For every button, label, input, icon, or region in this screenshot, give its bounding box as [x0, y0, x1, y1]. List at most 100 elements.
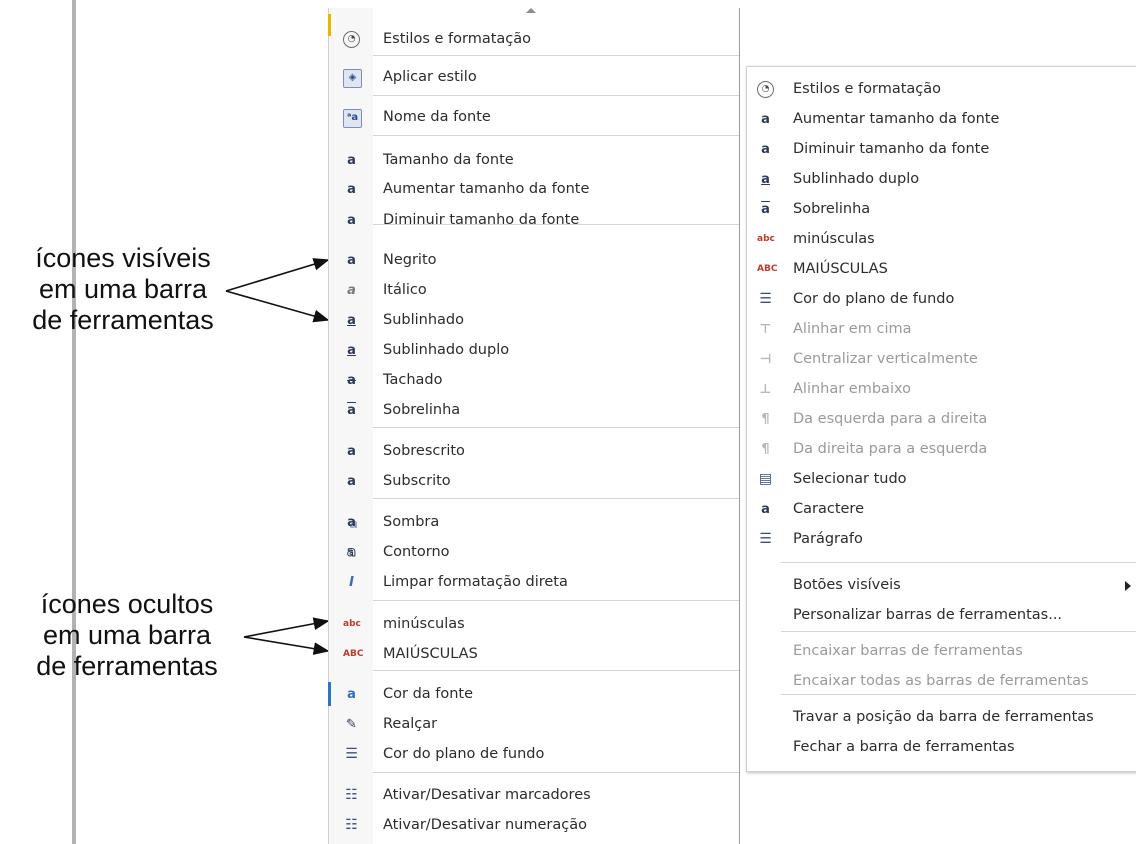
select-all-icon: ▤ — [758, 471, 773, 487]
shadow-icon: a — [347, 515, 356, 530]
strikethrough-icon: a — [347, 373, 356, 388]
overline-icon: a — [761, 202, 770, 217]
menu-option[interactable]: Encaixar todas as barras de ferramentas — [747, 667, 1136, 697]
menu-item-label: Sublinhado duplo — [793, 171, 920, 187]
menu-item-outline[interactable]: a Contorno — [329, 538, 739, 568]
arrow-to-negrito — [225, 258, 330, 292]
menu-option[interactable]: Botões visíveis — [747, 571, 1136, 601]
menu-item-italic[interactable]: a Itálico — [329, 276, 739, 306]
menu-separator — [781, 562, 1136, 563]
menu-item-uppercase[interactable]: ABC MAIÚSCULAS — [329, 640, 739, 670]
menu-option[interactable]: Fechar a barra de ferramentas — [747, 733, 1136, 763]
bold-icon: a — [347, 253, 356, 268]
menu-item-label: Ativar/Desativar numeração — [383, 817, 587, 833]
menu-item-label: Sublinhado — [383, 312, 464, 328]
shrink-font-icon: a — [761, 142, 770, 157]
menu-item-uppercase[interactable]: ABC MAIÚSCULAS — [747, 255, 1136, 285]
menu-item-align-bottom[interactable]: ⊥ Alinhar embaixo — [747, 375, 1136, 405]
menu-item-shadow[interactable]: a Sombra — [329, 508, 739, 538]
clear-formatting-icon: I — [349, 575, 354, 590]
menu-item-character[interactable]: a Caractere — [747, 495, 1136, 525]
menu-item-label: Alinhar em cima — [793, 321, 912, 337]
menu-item-font-size[interactable]: a Tamanho da fonte — [329, 146, 739, 176]
align-middle-icon: ⊣ — [759, 352, 772, 367]
menu-separator — [781, 694, 1136, 695]
menu-item-lowercase[interactable]: abc minúsculas — [747, 225, 1136, 255]
bullets-icon: ☷ — [345, 787, 358, 803]
menu-separator — [373, 600, 739, 601]
menu-item-double-underline[interactable]: a Sublinhado duplo — [747, 165, 1136, 195]
menu-item-shrink-font[interactable]: a Diminuir tamanho da fonte — [329, 206, 739, 236]
align-top-icon: ⊤ — [759, 322, 772, 337]
italic-icon: a — [347, 283, 356, 298]
double-underline-icon: a — [761, 172, 770, 187]
menu-item-rtl[interactable]: ¶ Da direita para a esquerda — [747, 435, 1136, 465]
menu-item-bold[interactable]: a Negrito — [329, 246, 739, 276]
menu-item-label: Tachado — [383, 372, 443, 388]
menu-item-font-name[interactable]: ᵃa Nome da fonte — [329, 103, 739, 133]
menu-item-font-color[interactable]: a Cor da fonte — [329, 680, 739, 710]
menu-item-label: Contorno — [383, 544, 450, 560]
menu-item-label: Cor da fonte — [383, 686, 474, 702]
annotation-line: em uma barra — [42, 620, 212, 650]
menu-item-highlight[interactable]: ✎ Realçar — [329, 710, 739, 740]
menu-item-label: Aplicar estilo — [383, 69, 477, 85]
scroll-up-icon[interactable] — [526, 8, 536, 13]
arrow-to-sublinhado — [225, 290, 330, 323]
menu-item-select-all[interactable]: ▤ Selecionar tudo — [747, 465, 1136, 495]
background-color-icon: ☰ — [759, 291, 772, 307]
menu-item-label: Da esquerda para a direita — [793, 411, 988, 427]
annotation-line: ícones visíveis — [35, 243, 211, 273]
menu-separator — [373, 427, 739, 428]
menu-item-align-middle[interactable]: ⊣ Centralizar verticalmente — [747, 345, 1136, 375]
grow-font-icon: a — [347, 182, 356, 197]
menu-item-background-color[interactable]: ☰ Cor do plano de fundo — [329, 740, 739, 770]
menu-item-overline[interactable]: a Sobrelinha — [329, 396, 739, 426]
menu-item-grow-font[interactable]: a Aumentar tamanho da fonte — [329, 175, 739, 205]
highlight-icon: ✎ — [346, 717, 357, 732]
underline-icon: a — [347, 313, 356, 328]
lowercase-icon: abc — [757, 234, 775, 244]
menu-item-apply-style[interactable]: ◈ Aplicar estilo — [329, 63, 739, 93]
menu-option-label: Botões visíveis — [793, 577, 901, 593]
menu-separator — [373, 224, 739, 225]
menu-item-align-top[interactable]: ⊤ Alinhar em cima — [747, 315, 1136, 345]
menu-item-double-underline[interactable]: a Sublinhado duplo — [329, 336, 739, 366]
menu-separator — [781, 631, 1136, 632]
menu-item-subscript[interactable]: a Subscrito — [329, 467, 739, 497]
apply-style-icon: ◈ — [343, 69, 362, 88]
font-size-icon: a — [347, 153, 356, 168]
font-name-icon: ᵃa — [343, 109, 362, 128]
menu-item-background-color[interactable]: ☰ Cor do plano de fundo — [747, 285, 1136, 315]
menu-item-label: MAIÚSCULAS — [383, 646, 478, 662]
menu-option[interactable]: Travar a posição da barra de ferramentas — [747, 703, 1136, 733]
menu-item-lowercase[interactable]: abc minúsculas — [329, 610, 739, 640]
menu-item-bullets[interactable]: ☷ Ativar/Desativar marcadores — [329, 781, 739, 811]
menu-item-label: Itálico — [383, 282, 427, 298]
menu-item-overline[interactable]: a Sobrelinha — [747, 195, 1136, 225]
menu-item-grow-font[interactable]: a Aumentar tamanho da fonte — [747, 105, 1136, 135]
menu-item-label: Da direita para a esquerda — [793, 441, 988, 457]
paragraph-icon: ☰ — [759, 531, 772, 547]
menu-item-underline[interactable]: a Sublinhado — [329, 306, 739, 336]
menu-separator — [373, 670, 739, 671]
menu-item-shrink-font[interactable]: a Diminuir tamanho da fonte — [747, 135, 1136, 165]
menu-option[interactable]: Encaixar barras de ferramentas — [747, 637, 1136, 667]
menu-item-label: Estilos e formatação — [793, 81, 942, 97]
menu-item-ltr[interactable]: ¶ Da esquerda para a direita — [747, 405, 1136, 435]
double-underline-icon: a — [347, 343, 356, 358]
menu-item-styles[interactable]: ◔ Estilos e formatação — [747, 75, 1136, 105]
menu-item-styles[interactable]: ◔ Estilos e formatação — [329, 25, 739, 55]
menu-item-label: Parágrafo — [793, 531, 863, 547]
grow-font-icon: a — [761, 112, 770, 127]
menu-option-label: Fechar a barra de ferramentas — [793, 739, 1015, 755]
menu-item-superscript[interactable]: a Sobrescrito — [329, 437, 739, 467]
menu-item-paragraph[interactable]: ☰ Parágrafo — [747, 525, 1136, 555]
menu-item-label: minúsculas — [793, 231, 875, 247]
menu-option[interactable]: Personalizar barras de ferramentas... — [747, 601, 1136, 631]
menu-item-strikethrough[interactable]: a Tachado — [329, 366, 739, 396]
menu-item-label: Aumentar tamanho da fonte — [383, 181, 590, 197]
menu-item-numbering[interactable]: ☷ Ativar/Desativar numeração — [329, 811, 739, 841]
menu-item-clear-formatting[interactable]: I Limpar formatação direta — [329, 568, 739, 598]
menu-separator — [373, 95, 739, 96]
